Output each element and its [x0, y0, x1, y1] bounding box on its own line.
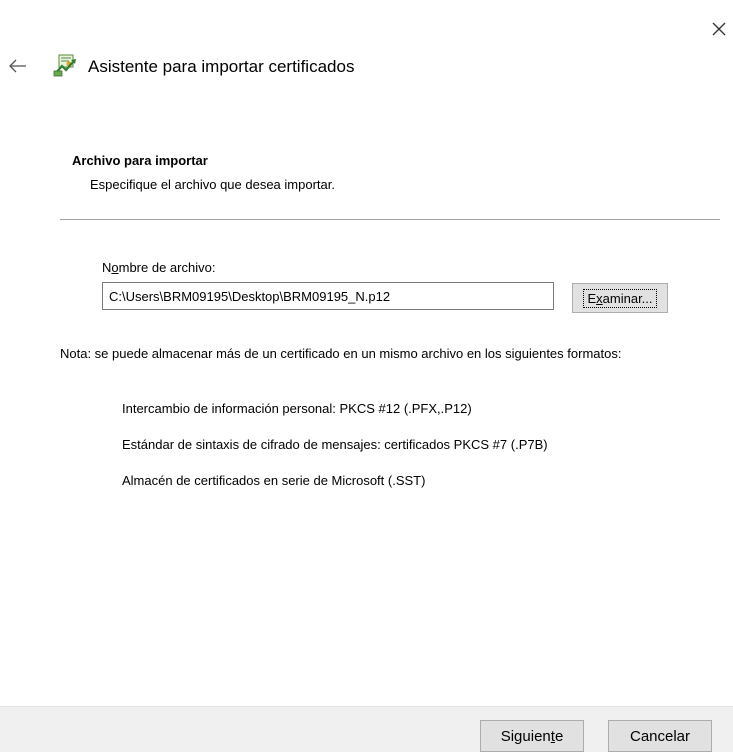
back-arrow-icon	[9, 59, 26, 73]
format-sst: Almacén de certificados en serie de Micr…	[122, 473, 426, 488]
formats-note: Nota: se puede almacenar más de un certi…	[60, 346, 622, 361]
file-name-input[interactable]	[102, 282, 554, 310]
certificate-wizard-icon	[52, 52, 78, 78]
wizard-footer: Siguien t e Cancelar	[0, 706, 733, 752]
close-button[interactable]	[708, 18, 730, 40]
next-button[interactable]: Siguien t e	[480, 720, 584, 752]
import-certificate-wizard: Asistente para importar certificados Arc…	[0, 0, 733, 752]
format-pkcs12: Intercambio de información personal: PKC…	[122, 401, 472, 416]
section-subtitle: Especifique el archivo que desea importa…	[90, 177, 335, 192]
wizard-title: Asistente para importar certificados	[88, 57, 355, 76]
section-heading: Archivo para importar	[72, 153, 208, 168]
close-icon	[712, 22, 726, 36]
header-divider	[60, 219, 720, 220]
back-button[interactable]	[6, 56, 30, 76]
browse-button[interactable]: Examinar...	[572, 283, 668, 313]
file-name-label: Nombre de archivo:	[102, 260, 216, 275]
cancel-button[interactable]: Cancelar	[608, 720, 712, 752]
format-pkcs7: Estándar de sintaxis de cifrado de mensa…	[122, 437, 548, 452]
